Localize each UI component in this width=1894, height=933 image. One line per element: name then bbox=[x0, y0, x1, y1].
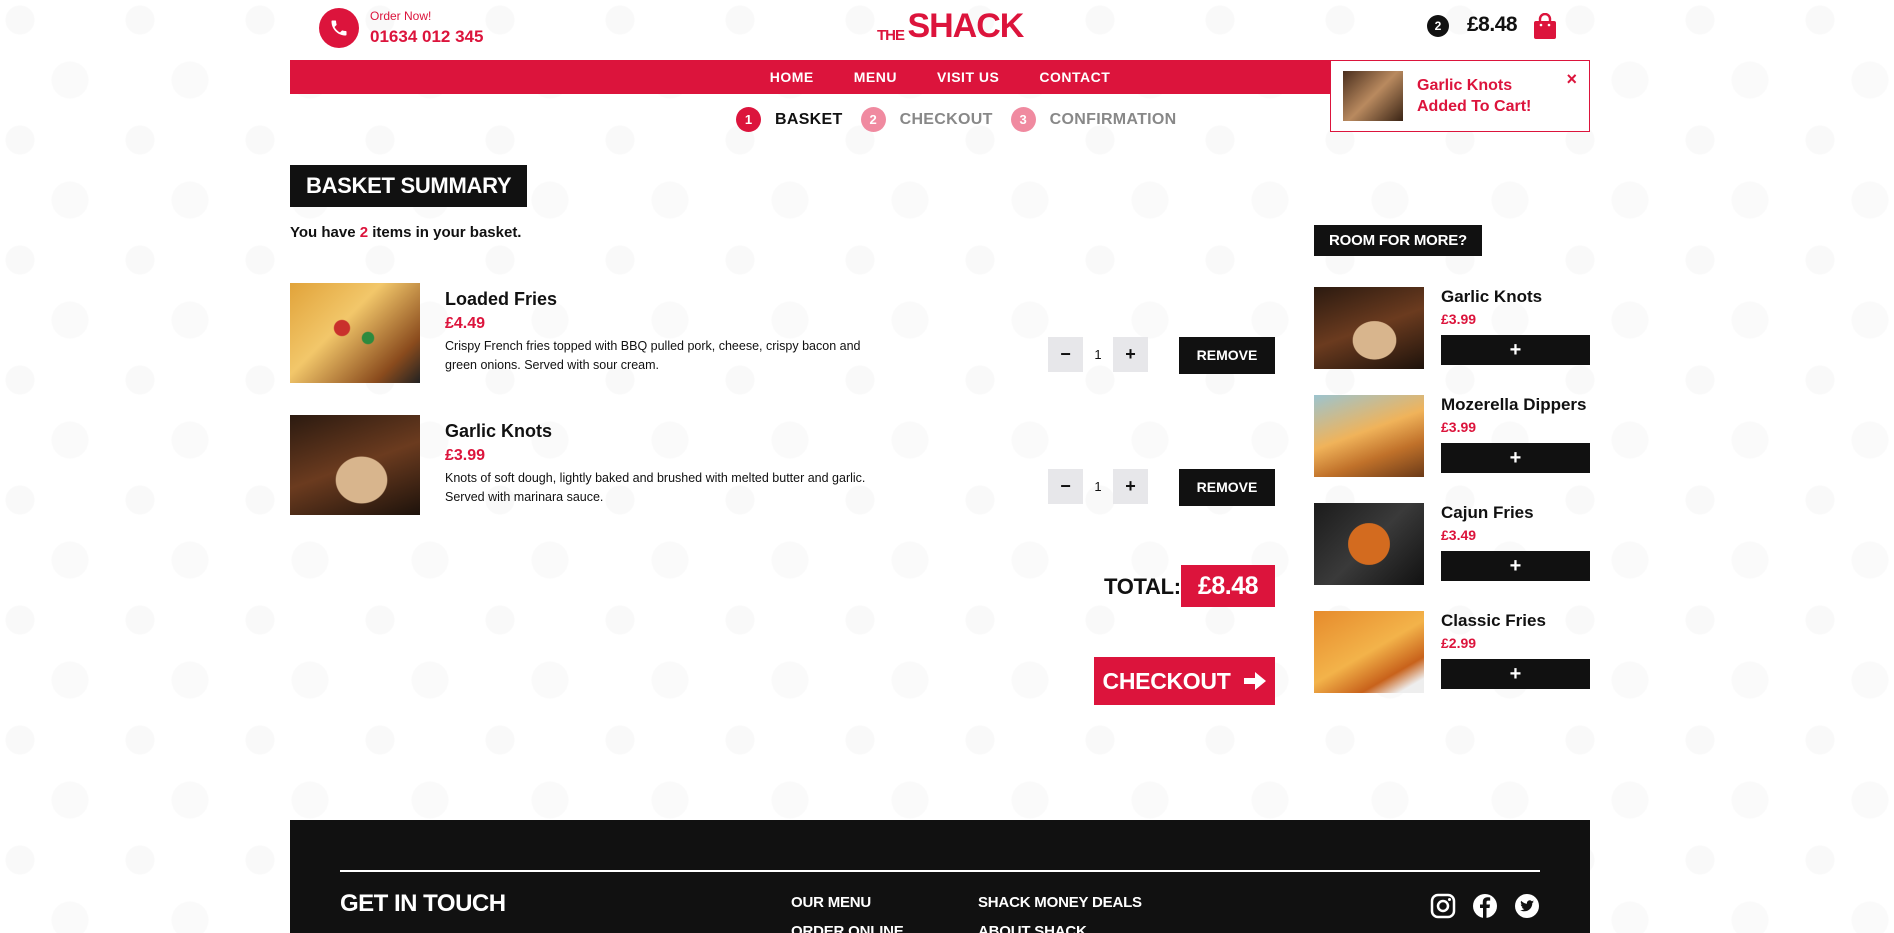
item-name: Loaded Fries bbox=[445, 289, 558, 309]
toast-product-image bbox=[1343, 71, 1403, 121]
footer-link-our-menu[interactable]: OUR MENU bbox=[791, 894, 871, 911]
phone-icon[interactable] bbox=[319, 8, 359, 48]
arrow-right-icon bbox=[1244, 672, 1267, 690]
footer-link-money-deals[interactable]: SHACK MONEY DEALS bbox=[978, 894, 1142, 911]
header: Order Now! 01634 012 345 THE SHACK 2 £8.… bbox=[290, 0, 1590, 60]
upsell-item: Mozerella Dippers £3.99 + bbox=[1314, 395, 1590, 477]
add-to-cart-button[interactable]: + bbox=[1441, 659, 1590, 689]
item-description: Crispy French fries topped with BBQ pull… bbox=[445, 339, 861, 372]
toast-message: Garlic Knots Added To Cart! bbox=[1417, 75, 1531, 117]
logo-shack: SHACK bbox=[907, 7, 1024, 45]
step-confirmation: 3 CONFIRMATION bbox=[1010, 107, 1177, 132]
basket-count-text: You have 2 items in your basket. bbox=[290, 224, 521, 241]
basket-item-count: 2 bbox=[359, 224, 369, 241]
mozerella-dippers-image bbox=[1314, 395, 1424, 477]
nav-home[interactable]: HOME bbox=[770, 60, 814, 94]
upsell-item: Cajun Fries £3.49 + bbox=[1314, 503, 1590, 585]
remove-button[interactable]: REMOVE bbox=[1179, 337, 1275, 374]
instagram-icon[interactable] bbox=[1430, 893, 1456, 919]
checkout-label: CHECKOUT bbox=[1102, 667, 1231, 694]
step-checkout: 2 CHECKOUT bbox=[860, 107, 993, 132]
logo-the: THE bbox=[877, 27, 905, 44]
added-to-cart-toast: Garlic Knots Added To Cart! × bbox=[1330, 60, 1590, 132]
increase-quantity-button[interactable]: + bbox=[1113, 337, 1148, 372]
order-now-label: Order Now! bbox=[370, 9, 432, 23]
item-price: £4.49 bbox=[445, 315, 486, 332]
toast-added-text: Added To Cart! bbox=[1417, 98, 1532, 115]
cajun-fries-image bbox=[1314, 503, 1424, 585]
decrease-quantity-button[interactable]: − bbox=[1048, 469, 1083, 504]
upsell-price: £2.99 bbox=[1441, 635, 1477, 651]
quantity-stepper: − 1 + bbox=[1048, 469, 1148, 504]
close-icon[interactable]: × bbox=[1566, 69, 1577, 90]
garlic-knots-image bbox=[290, 415, 420, 515]
footer-link-order-online[interactable]: ORDER ONLINE bbox=[791, 923, 904, 933]
footer-divider bbox=[340, 870, 1540, 872]
loaded-fries-image bbox=[290, 283, 420, 383]
basket-count-prefix: You have bbox=[290, 224, 360, 241]
room-for-more-title: ROOM FOR MORE? bbox=[1314, 225, 1483, 256]
basket-item: Garlic Knots £3.99 Knots of soft dough, … bbox=[290, 415, 1275, 515]
decrease-quantity-button[interactable]: − bbox=[1048, 337, 1083, 372]
classic-fries-image bbox=[1314, 611, 1424, 693]
basket-item: Loaded Fries £4.49 Crispy French fries t… bbox=[290, 283, 1275, 383]
total-label: TOTAL: bbox=[1104, 574, 1181, 599]
upsell-price: £3.99 bbox=[1441, 311, 1477, 327]
upsell-name: Classic Fries bbox=[1441, 611, 1546, 630]
garlic-knots-image bbox=[1314, 287, 1424, 369]
nav-contact[interactable]: CONTACT bbox=[1039, 60, 1110, 94]
checkout-steps: 1 BASKET 2 CHECKOUT 3 CONFIRMATION bbox=[736, 107, 1185, 132]
cart-count-badge: 2 bbox=[1427, 15, 1449, 37]
logo[interactable]: THE SHACK bbox=[877, 7, 1024, 45]
add-to-cart-button[interactable]: + bbox=[1441, 335, 1590, 365]
phone-number[interactable]: 01634 012 345 bbox=[370, 27, 483, 47]
item-description: Knots of soft dough, lightly baked and b… bbox=[445, 471, 866, 504]
basket-count-suffix: items in your basket. bbox=[368, 224, 522, 241]
quantity-stepper: − 1 + bbox=[1048, 337, 1148, 372]
step-label: CONFIRMATION bbox=[1049, 110, 1177, 128]
remove-button[interactable]: REMOVE bbox=[1179, 469, 1275, 506]
upsell-name: Mozerella Dippers bbox=[1441, 395, 1587, 414]
shopping-bag-icon[interactable] bbox=[1533, 12, 1557, 45]
item-price: £3.99 bbox=[445, 447, 486, 464]
upsell-price: £3.49 bbox=[1441, 527, 1477, 543]
item-name: Garlic Knots bbox=[445, 421, 553, 441]
twitter-icon[interactable] bbox=[1514, 893, 1540, 919]
step-label: CHECKOUT bbox=[899, 110, 993, 128]
basket-summary-title: BASKET SUMMARY bbox=[290, 165, 528, 207]
upsell-item: Garlic Knots £3.99 + bbox=[1314, 287, 1590, 369]
quantity-value: 1 bbox=[1094, 479, 1102, 494]
quantity-value: 1 bbox=[1094, 347, 1102, 362]
cart-total[interactable]: £8.48 bbox=[1467, 13, 1518, 37]
footer-link-about[interactable]: ABOUT SHACK bbox=[978, 923, 1087, 933]
toast-product-name: Garlic Knots bbox=[1417, 77, 1513, 94]
step-label: BASKET bbox=[775, 110, 843, 128]
step-number: 3 bbox=[1010, 107, 1036, 132]
add-to-cart-button[interactable]: + bbox=[1441, 551, 1590, 581]
total-value: £8.48 bbox=[1181, 565, 1275, 607]
facebook-icon[interactable] bbox=[1472, 893, 1498, 919]
upsell-price: £3.99 bbox=[1441, 419, 1477, 435]
upsell-name: Garlic Knots bbox=[1441, 287, 1543, 306]
get-in-touch-title: GET IN TOUCH bbox=[340, 890, 506, 917]
step-basket: 1 BASKET bbox=[736, 107, 843, 132]
page: Order Now! 01634 012 345 THE SHACK 2 £8.… bbox=[290, 0, 1590, 933]
upsell-item: Classic Fries £2.99 + bbox=[1314, 611, 1590, 693]
step-number: 2 bbox=[860, 107, 886, 132]
nav-visit-us[interactable]: VISIT US bbox=[937, 60, 999, 94]
step-number: 1 bbox=[736, 107, 761, 132]
checkout-button[interactable]: CHECKOUT bbox=[1094, 657, 1275, 705]
upsell-name: Cajun Fries bbox=[1441, 503, 1534, 522]
increase-quantity-button[interactable]: + bbox=[1113, 469, 1148, 504]
nav-menu[interactable]: MENU bbox=[854, 60, 897, 94]
footer: GET IN TOUCH OUR MENU ORDER ONLINE SHACK… bbox=[290, 820, 1590, 933]
add-to-cart-button[interactable]: + bbox=[1441, 443, 1590, 473]
